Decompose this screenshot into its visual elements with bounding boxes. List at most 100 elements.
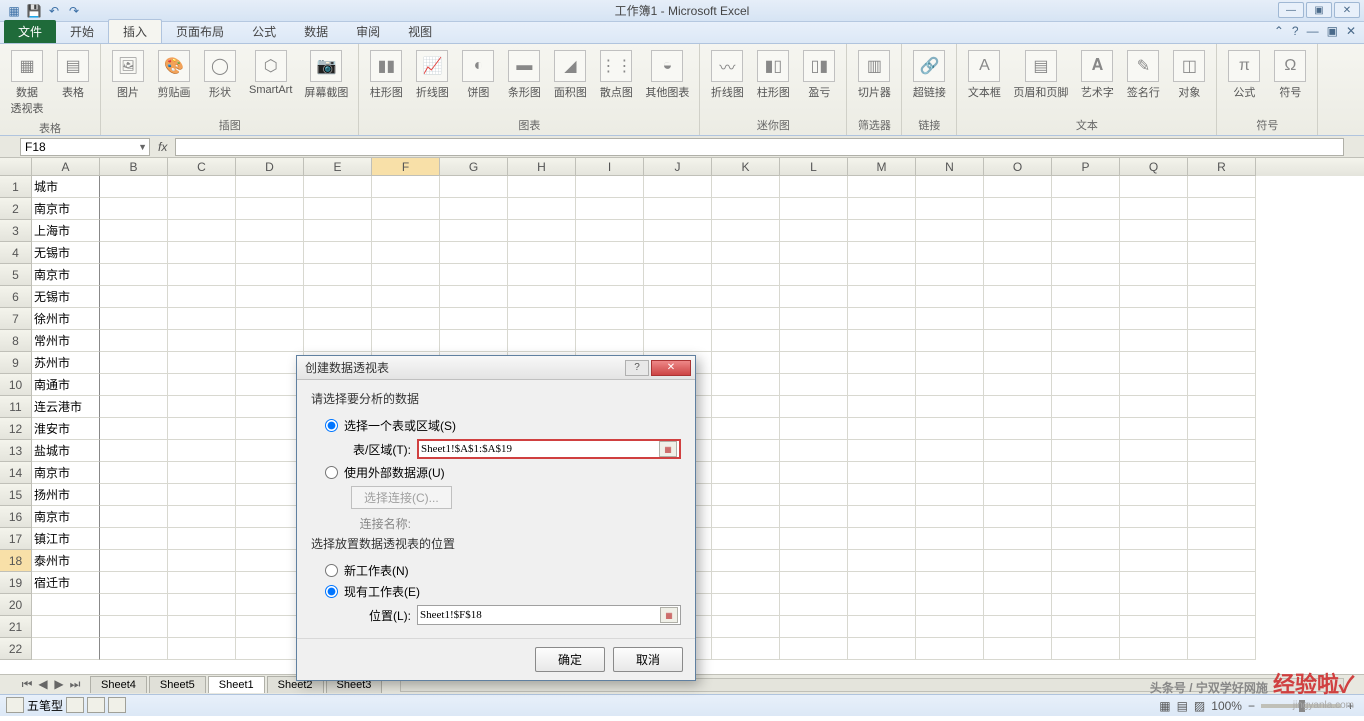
doc-min-icon[interactable]: — bbox=[1307, 24, 1319, 38]
cell-B17[interactable] bbox=[100, 528, 168, 550]
cell-A17[interactable]: 镇江市 bbox=[32, 528, 100, 550]
shapes-button[interactable]: ◯形状 bbox=[199, 48, 241, 102]
cell-B21[interactable] bbox=[100, 616, 168, 638]
cell-C22[interactable] bbox=[168, 638, 236, 660]
row-header-1[interactable]: 1 bbox=[0, 176, 32, 198]
cell-R7[interactable] bbox=[1188, 308, 1256, 330]
cell-N17[interactable] bbox=[916, 528, 984, 550]
cell-A9[interactable]: 苏州市 bbox=[32, 352, 100, 374]
textbox-button[interactable]: A文本框 bbox=[963, 48, 1005, 102]
cell-A11[interactable]: 连云港市 bbox=[32, 396, 100, 418]
cell-G3[interactable] bbox=[440, 220, 508, 242]
radio-existing-sheet[interactable]: 现有工作表(E) bbox=[311, 581, 681, 602]
cell-P16[interactable] bbox=[1052, 506, 1120, 528]
cell-P7[interactable] bbox=[1052, 308, 1120, 330]
cell-L11[interactable] bbox=[780, 396, 848, 418]
save-icon[interactable]: 💾 bbox=[26, 3, 42, 19]
cell-L2[interactable] bbox=[780, 198, 848, 220]
cell-B14[interactable] bbox=[100, 462, 168, 484]
cell-O6[interactable] bbox=[984, 286, 1052, 308]
cell-L10[interactable] bbox=[780, 374, 848, 396]
cell-L20[interactable] bbox=[780, 594, 848, 616]
cell-B16[interactable] bbox=[100, 506, 168, 528]
cell-R4[interactable] bbox=[1188, 242, 1256, 264]
col-header-R[interactable]: R bbox=[1188, 158, 1256, 176]
cell-C8[interactable] bbox=[168, 330, 236, 352]
status-icon-2[interactable] bbox=[66, 697, 84, 713]
row-header-2[interactable]: 2 bbox=[0, 198, 32, 220]
cell-M16[interactable] bbox=[848, 506, 916, 528]
cell-N21[interactable] bbox=[916, 616, 984, 638]
cell-D10[interactable] bbox=[236, 374, 304, 396]
cell-Q22[interactable] bbox=[1120, 638, 1188, 660]
row-header-4[interactable]: 4 bbox=[0, 242, 32, 264]
cell-M7[interactable] bbox=[848, 308, 916, 330]
cell-H4[interactable] bbox=[508, 242, 576, 264]
sheet-prev-icon[interactable]: ◀ bbox=[36, 677, 50, 692]
cell-N2[interactable] bbox=[916, 198, 984, 220]
cell-C13[interactable] bbox=[168, 440, 236, 462]
cell-N22[interactable] bbox=[916, 638, 984, 660]
cell-O7[interactable] bbox=[984, 308, 1052, 330]
column-chart-button[interactable]: ▮▮柱形图 bbox=[365, 48, 407, 102]
cell-Q4[interactable] bbox=[1120, 242, 1188, 264]
cell-N15[interactable] bbox=[916, 484, 984, 506]
cell-R3[interactable] bbox=[1188, 220, 1256, 242]
cell-J6[interactable] bbox=[644, 286, 712, 308]
cell-O11[interactable] bbox=[984, 396, 1052, 418]
cell-Q18[interactable] bbox=[1120, 550, 1188, 572]
cancel-button[interactable]: 取消 bbox=[613, 647, 683, 672]
radio-external-input[interactable] bbox=[325, 466, 338, 479]
cell-A6[interactable]: 无锡市 bbox=[32, 286, 100, 308]
row-header-6[interactable]: 6 bbox=[0, 286, 32, 308]
col-header-H[interactable]: H bbox=[508, 158, 576, 176]
cell-A7[interactable]: 徐州市 bbox=[32, 308, 100, 330]
cell-O17[interactable] bbox=[984, 528, 1052, 550]
cell-M22[interactable] bbox=[848, 638, 916, 660]
cell-I8[interactable] bbox=[576, 330, 644, 352]
row-header-8[interactable]: 8 bbox=[0, 330, 32, 352]
cell-N9[interactable] bbox=[916, 352, 984, 374]
cell-B2[interactable] bbox=[100, 198, 168, 220]
close-button[interactable]: ✕ bbox=[1334, 2, 1360, 18]
formula-bar[interactable] bbox=[175, 138, 1344, 156]
fx-icon[interactable]: fx bbox=[158, 140, 167, 154]
cell-F1[interactable] bbox=[372, 176, 440, 198]
cell-L12[interactable] bbox=[780, 418, 848, 440]
cell-P13[interactable] bbox=[1052, 440, 1120, 462]
cell-D5[interactable] bbox=[236, 264, 304, 286]
cell-E8[interactable] bbox=[304, 330, 372, 352]
cell-Q2[interactable] bbox=[1120, 198, 1188, 220]
cell-O18[interactable] bbox=[984, 550, 1052, 572]
cell-F2[interactable] bbox=[372, 198, 440, 220]
cell-N19[interactable] bbox=[916, 572, 984, 594]
cell-O10[interactable] bbox=[984, 374, 1052, 396]
cell-M4[interactable] bbox=[848, 242, 916, 264]
cell-B4[interactable] bbox=[100, 242, 168, 264]
cell-P8[interactable] bbox=[1052, 330, 1120, 352]
cell-O21[interactable] bbox=[984, 616, 1052, 638]
radio-select-range[interactable]: 选择一个表或区域(S) bbox=[311, 415, 681, 436]
cell-J2[interactable] bbox=[644, 198, 712, 220]
row-header-18[interactable]: 18 bbox=[0, 550, 32, 572]
sparkline-wl-button[interactable]: ▯▮盈亏 bbox=[798, 48, 840, 102]
cell-I2[interactable] bbox=[576, 198, 644, 220]
cell-N3[interactable] bbox=[916, 220, 984, 242]
sparkline-col-button[interactable]: ▮▯柱形图 bbox=[752, 48, 794, 102]
cell-L7[interactable] bbox=[780, 308, 848, 330]
cell-M8[interactable] bbox=[848, 330, 916, 352]
cell-A18[interactable]: 泰州市 bbox=[32, 550, 100, 572]
cell-N6[interactable] bbox=[916, 286, 984, 308]
cell-E2[interactable] bbox=[304, 198, 372, 220]
cell-J1[interactable] bbox=[644, 176, 712, 198]
cell-D17[interactable] bbox=[236, 528, 304, 550]
col-header-O[interactable]: O bbox=[984, 158, 1052, 176]
row-header-11[interactable]: 11 bbox=[0, 396, 32, 418]
row-header-16[interactable]: 16 bbox=[0, 506, 32, 528]
cell-L8[interactable] bbox=[780, 330, 848, 352]
cell-R11[interactable] bbox=[1188, 396, 1256, 418]
cell-O13[interactable] bbox=[984, 440, 1052, 462]
row-header-5[interactable]: 5 bbox=[0, 264, 32, 286]
maximize-button[interactable]: ▣ bbox=[1306, 2, 1332, 18]
cell-P11[interactable] bbox=[1052, 396, 1120, 418]
